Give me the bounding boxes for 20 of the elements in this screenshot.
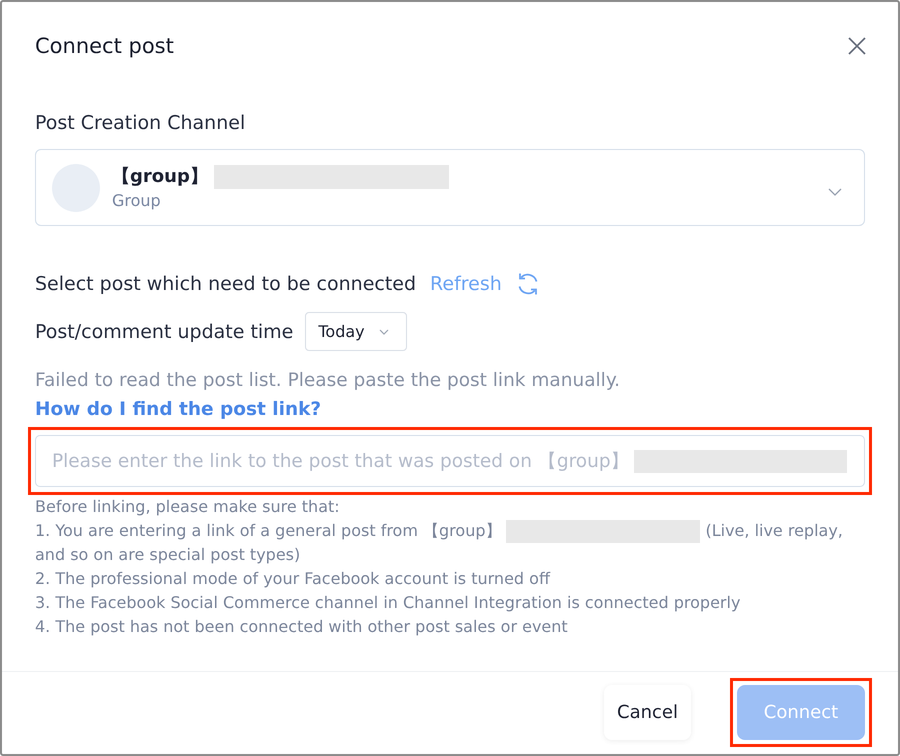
dialog-title: Connect post — [35, 33, 174, 60]
note-item: 3. The Facebook Social Commerce channel in Channel Integration is connected properly — [35, 592, 742, 614]
note-item: 4. The post has not been connected with other post sales or event — [35, 616, 569, 638]
chevron-down-icon — [828, 188, 842, 196]
channel-name: 【group】 — [112, 164, 208, 188]
refresh-icon[interactable] — [516, 272, 540, 296]
channel-select[interactable]: 【group】 Group — [35, 149, 865, 226]
error-message: Failed to read the post list. Please paste the post link manually. How do I find the post link? — [35, 369, 622, 422]
note-item: 2. The professional mode of your Facebook account is turned off — [35, 568, 552, 590]
channel-type: Group — [112, 190, 161, 212]
field-label: Post/comment update time — [35, 320, 294, 344]
close-icon[interactable] — [848, 37, 866, 55]
cancel-button[interactable]: Cancel — [604, 685, 691, 740]
field-label: Post Creation Channel — [35, 111, 246, 136]
note-item: 1. You are entering a link of a general post from 【group】 (Live, live replay, and so on are special post types) — [35, 519, 844, 566]
field-label: Select post which need to be connected — [35, 272, 416, 297]
chevron-down-icon — [378, 328, 389, 334]
help-link[interactable]: How do I find the post link? — [35, 399, 322, 420]
note-heading: Before linking, please make sure that: — [35, 496, 341, 518]
time-dropdown[interactable]: Today — [305, 312, 408, 351]
